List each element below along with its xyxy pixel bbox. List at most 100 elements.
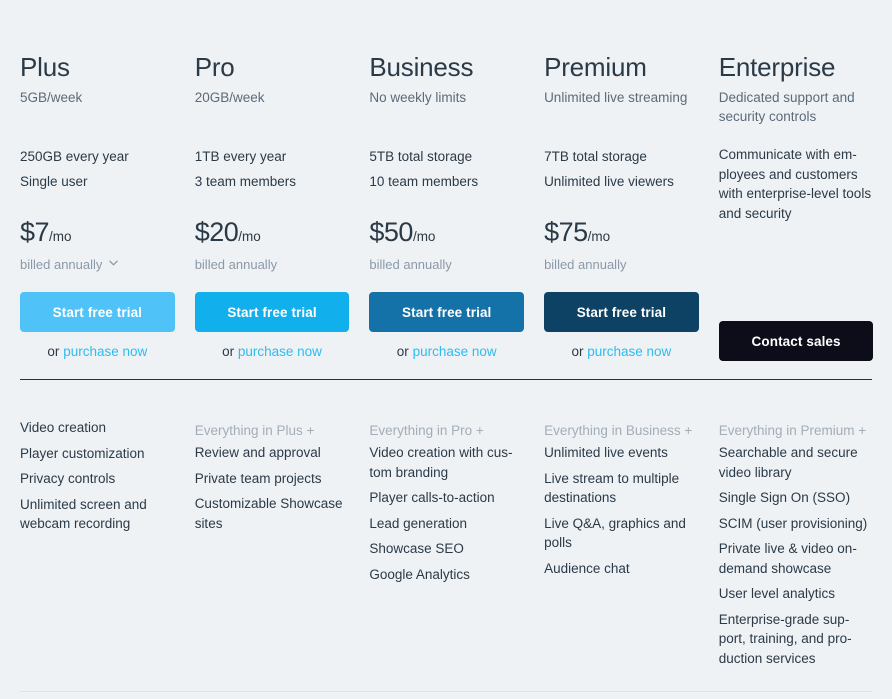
price-amount: $7 (20, 217, 50, 247)
feature-item: User level analytics (718, 586, 836, 601)
features-heading: Everything in Plus + (194, 423, 315, 438)
plan-spec: 7TB total storage (544, 149, 647, 164)
purchase-now-link[interactable]: purchase now (587, 344, 671, 359)
features-column-pro: Everything in Plus + Review and approval P… (195, 418, 350, 674)
purchase-prefix: or (222, 344, 238, 359)
plan-spec: 10 team members (369, 174, 479, 189)
features-heading: Everything in Pro + (369, 423, 484, 438)
plan-price: $50/mo (369, 217, 524, 252)
feature-item: Video creation with cus-tom branding (369, 445, 513, 480)
feature-item: Google Analytics (369, 566, 470, 582)
feature-item: Audience chat (544, 560, 630, 576)
price-period: /mo (587, 229, 611, 244)
plan-specs: 5TB total storage 10 team members (369, 144, 524, 194)
plan-column-pro: Pro 20GB/week 1TB every year 3 team members… (194, 52, 350, 361)
price-amount: $75 (544, 217, 588, 247)
plan-column-enterprise: Enterprise Dedicated support and security… (718, 52, 874, 361)
plan-description: Communicate with em-ployees and customer… (718, 147, 872, 221)
feature-item: Live Q&A, graphics and polls (544, 515, 686, 551)
plan-header-row: Plus 5GB/week 250GB every year Single user $… (20, 0, 874, 361)
feature-item: Enterprise-grade sup-port, training, and… (718, 611, 852, 666)
pricing-page: Plus 5GB/week 250GB every year Single user $… (0, 0, 892, 699)
purchase-prefix: or (47, 344, 64, 359)
billing-note: billed annually (20, 257, 103, 272)
plan-spec: 1TB every year (194, 149, 287, 164)
features-column-plus: Video creation Player customization Privac… (20, 418, 175, 674)
feature-item: Private team projects (194, 470, 322, 486)
cta-button-plus[interactable]: Start free trial (20, 292, 175, 332)
feature-item: Review and approval (194, 445, 321, 460)
plan-column-plus: Plus 5GB/week 250GB every year Single user $… (20, 52, 175, 361)
plan-spec: Unlimited live viewers (544, 174, 674, 189)
plan-price: $20/mo (195, 217, 350, 252)
feature-item: Player calls-to-action (369, 490, 495, 505)
chevron-down-icon[interactable] (109, 260, 119, 269)
price-block: $20/mo billed annually (195, 217, 350, 274)
cta-button-premium[interactable]: Start free trial (544, 292, 699, 332)
plan-name: Business (369, 52, 474, 82)
billing-note: billed annually (194, 257, 278, 272)
plan-tagline: No weekly limits (369, 90, 467, 105)
plan-name: Pro (194, 52, 235, 82)
purchase-now-line: or purchase now (20, 343, 175, 361)
plan-column-premium: Premium Unlimited live streaming 7TB total… (544, 52, 699, 361)
plan-features-row: Video creation Player customization Privac… (20, 380, 872, 674)
feature-item: Customizable Showcase sites (194, 496, 343, 531)
plan-tagline: Dedicated support and security controls (718, 90, 855, 124)
purchase-now-line: or purchase now (544, 343, 699, 361)
plan-name: Premium (544, 52, 647, 82)
feature-item: Single Sign On (SSO) (718, 490, 851, 505)
plan-spec: 250GB every year (20, 149, 129, 164)
plan-tagline: 20GB/week (194, 90, 265, 105)
billing-note-row: billed annually (369, 256, 524, 274)
cta-button-pro[interactable]: Start free trial (194, 292, 350, 332)
plan-specs: 7TB total storage Unlimited live viewers (544, 144, 699, 194)
price-period: /mo (49, 229, 72, 244)
column-spacer (719, 223, 874, 303)
feature-item: Live stream to multiple destinations (544, 470, 680, 506)
footer-divider (20, 691, 872, 692)
price-period: /mo (412, 229, 436, 244)
feature-item: Video creation (20, 420, 107, 435)
purchase-now-link[interactable]: purchase now (238, 344, 322, 359)
features-column-enterprise: Everything in Premium + Searchable and se… (719, 418, 874, 674)
billing-note: billed annually (369, 257, 452, 272)
plan-spec: 5TB total storage (369, 149, 473, 164)
features-heading: Everything in Premium + (718, 423, 867, 438)
feature-item: Lead generation (369, 515, 467, 531)
billing-note: billed annually (544, 257, 627, 272)
purchase-now-link[interactable]: purchase now (63, 344, 147, 359)
plan-column-business: Business No weekly limits 5TB total storag… (369, 52, 525, 361)
feature-item: Privacy controls (20, 471, 116, 486)
features-heading: Everything in Business + (544, 423, 693, 438)
billing-note-row: billed annually (544, 256, 699, 274)
plan-tagline: Unlimited live streaming (544, 90, 688, 105)
feature-item: Unlimited screen and webcam recording (20, 496, 147, 532)
price-block: $75/mo billed annually (544, 217, 699, 274)
cta-button-business[interactable]: Start free trial (369, 292, 525, 332)
purchase-now-line: or purchase now (195, 343, 350, 361)
plan-spec: 3 team members (194, 174, 296, 189)
feature-item: Private live & video on-demand showcase (718, 541, 857, 576)
purchase-now-line: or purchase now (369, 343, 524, 361)
feature-item: Unlimited live events (544, 445, 668, 460)
cta-button-enterprise[interactable]: Contact sales (718, 321, 874, 361)
billing-note-row: billed annually (195, 256, 350, 274)
price-block: $7/mo billed annually (20, 217, 175, 274)
feature-item: SCIM (user provisioning) (718, 515, 868, 531)
plan-price: $7/mo (20, 217, 175, 252)
plan-specs: 250GB every year Single user (20, 144, 175, 194)
billing-note-row[interactable]: billed annually (20, 256, 175, 274)
price-amount: $20 (194, 217, 239, 247)
features-column-business: Everything in Pro + Video creation with c… (369, 418, 524, 674)
purchase-prefix: or (571, 344, 588, 359)
plan-price: $75/mo (544, 217, 699, 252)
plan-name: Enterprise (718, 52, 836, 82)
feature-item: Showcase SEO (369, 541, 464, 556)
feature-item: Searchable and secure video library (718, 445, 858, 480)
price-block: $50/mo billed annually (369, 217, 524, 274)
price-period: /mo (238, 229, 261, 244)
plan-name: Plus (20, 52, 70, 82)
purchase-now-link[interactable]: purchase now (413, 344, 497, 359)
feature-item: Player customization (20, 445, 145, 461)
